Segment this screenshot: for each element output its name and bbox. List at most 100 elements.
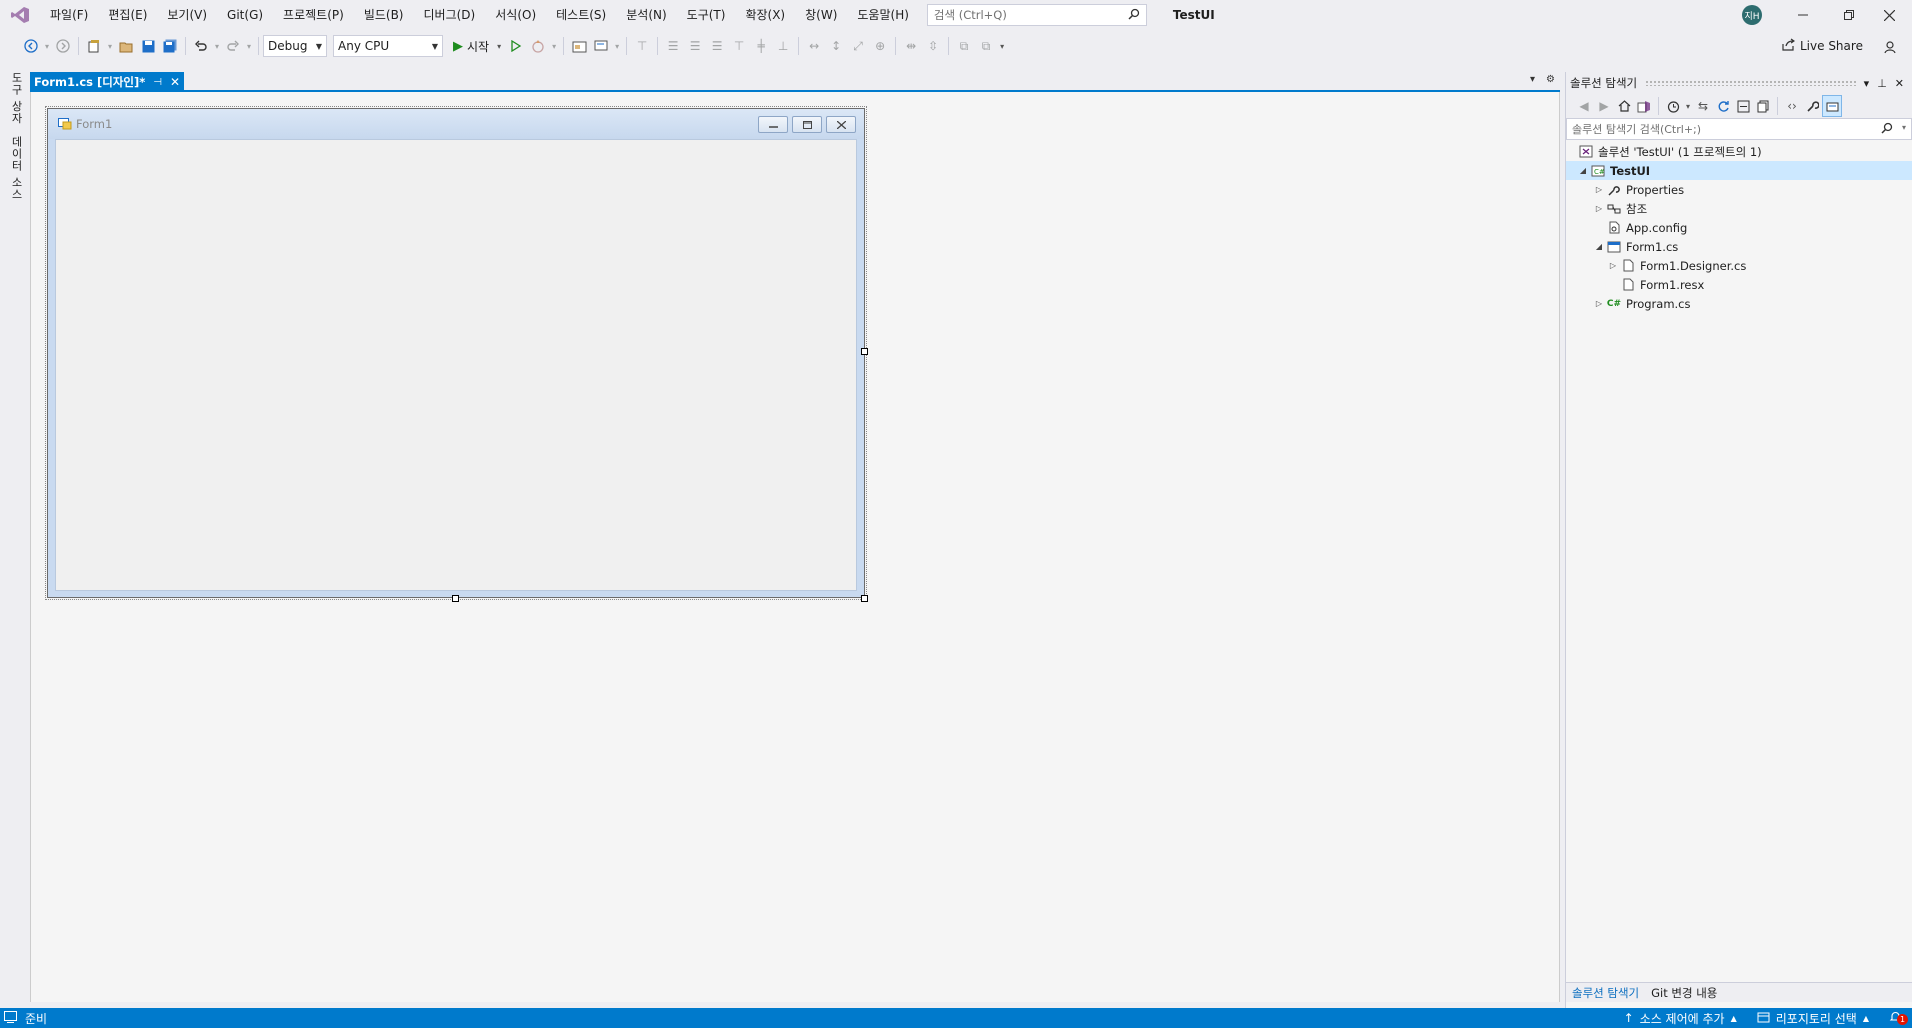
chevron-down-icon[interactable]: ▾ (105, 35, 115, 57)
tab-order-icon[interactable] (568, 35, 590, 57)
chevron-down-icon[interactable]: ▾ (42, 35, 52, 57)
collapsed-arrow-icon[interactable]: ▷ (1592, 204, 1606, 213)
chevron-down-icon[interactable]: ▾ (244, 35, 254, 57)
start-without-debugging-icon[interactable] (505, 35, 527, 57)
toolbar-overflow-icon[interactable]: ▾ (997, 35, 1007, 57)
preview-selected-items-icon[interactable] (1822, 95, 1842, 117)
toolbox-tab[interactable]: 도구 상자 (8, 72, 24, 125)
close-panel-icon[interactable]: ✕ (1895, 77, 1904, 90)
open-file-icon[interactable] (115, 35, 137, 57)
solution-explorer-search-input[interactable]: 솔루션 탐색기 검색(Ctrl+;) ▾ (1566, 118, 1912, 140)
chevron-down-icon[interactable]: ▾ (1683, 95, 1693, 117)
drag-grip[interactable] (1645, 80, 1856, 86)
form-designer-surface[interactable]: Form1 (30, 92, 1560, 1002)
navigate-forward-icon[interactable] (52, 35, 74, 57)
format-layout-icon[interactable] (590, 35, 612, 57)
tab-form1-designer[interactable]: Form1.cs [디자인]* ⊣ ✕ (30, 72, 185, 92)
minimize-window-button[interactable] (1780, 0, 1826, 30)
designed-form[interactable]: Form1 (45, 106, 867, 600)
tab-solution-explorer[interactable]: 솔루션 탐색기 (1566, 985, 1645, 1001)
chevron-down-icon[interactable]: ▾ (549, 35, 559, 57)
navigate-back-icon[interactable] (20, 35, 42, 57)
menu-test[interactable]: 테스트(S) (546, 0, 616, 30)
expanded-arrow-icon[interactable]: ◢ (1592, 242, 1606, 251)
pin-tab-icon[interactable]: ⊣ (153, 77, 162, 88)
menu-extensions[interactable]: 확장(X) (735, 0, 795, 30)
pending-changes-filter-icon[interactable] (1663, 95, 1683, 117)
properties-wrench-icon[interactable] (1802, 95, 1822, 117)
tree-item-form1[interactable]: ◢ Form1.cs (1566, 237, 1912, 256)
save-all-icon[interactable] (159, 35, 181, 57)
auto-hide-pin-icon[interactable]: ⊥ (1877, 77, 1887, 90)
chevron-down-icon[interactable]: ▾ (212, 35, 222, 57)
tree-item-form1-resx[interactable]: Form1.resx (1566, 275, 1912, 294)
menu-build[interactable]: 빌드(B) (354, 0, 414, 30)
undo-icon[interactable] (190, 35, 212, 57)
start-debugging-button[interactable]: ▶ 시작 (449, 38, 493, 55)
new-project-icon[interactable] (83, 35, 105, 57)
output-window-icon[interactable] (4, 1010, 17, 1026)
designed-form-client-area[interactable] (55, 139, 857, 591)
tree-item-properties[interactable]: ▷ Properties (1566, 180, 1912, 199)
collapse-all-icon[interactable] (1733, 95, 1753, 117)
switch-views-icon[interactable] (1634, 95, 1654, 117)
notifications-button[interactable]: 1 (1889, 1010, 1909, 1026)
menu-help[interactable]: 도움말(H) (847, 0, 919, 30)
left-tool-window-tabs: 도구 상자 데이터 소스 (0, 62, 30, 1008)
menu-view[interactable]: 보기(V) (157, 0, 217, 30)
tab-git-changes[interactable]: Git 변경 내용 (1645, 985, 1723, 1001)
tree-item-app-config[interactable]: App.config (1566, 218, 1912, 237)
collapsed-arrow-icon[interactable]: ▷ (1606, 261, 1620, 270)
menu-analyze[interactable]: 분석(N) (616, 0, 676, 30)
view-code-icon[interactable]: ‹› (1782, 95, 1802, 117)
menu-edit[interactable]: 편집(E) (98, 0, 157, 30)
menu-tools[interactable]: 도구(T) (677, 0, 736, 30)
home-icon[interactable] (1614, 95, 1634, 117)
menu-project[interactable]: 프로젝트(P) (273, 0, 354, 30)
menu-debug[interactable]: 디버그(D) (414, 0, 486, 30)
send-to-back-icon: ⧉ (981, 38, 991, 53)
show-all-files-icon[interactable] (1753, 95, 1773, 117)
forward-icon[interactable]: ▶ (1594, 95, 1614, 117)
tab-list-dropdown-icon[interactable]: ▾ (1530, 74, 1535, 85)
tree-item-solution[interactable]: 솔루션 'TestUI' (1 프로젝트의 1) (1566, 142, 1912, 161)
sync-with-active-document-icon[interactable]: ⇆ (1693, 95, 1713, 117)
chevron-down-icon[interactable]: ▾ (612, 35, 622, 57)
collapsed-arrow-icon[interactable]: ▷ (1592, 299, 1606, 308)
search-options-dropdown-icon[interactable]: ▾ (1902, 123, 1906, 132)
window-position-dropdown-icon[interactable]: ▾ (1864, 77, 1870, 90)
tree-item-form1-designer[interactable]: ▷ Form1.Designer.cs (1566, 256, 1912, 275)
menu-git[interactable]: Git(G) (217, 0, 273, 30)
chevron-down-icon[interactable]: ▾ (493, 35, 505, 57)
redo-icon[interactable] (222, 35, 244, 57)
refresh-icon[interactable] (1713, 95, 1733, 117)
designed-form-titlebar[interactable]: Form1 (48, 109, 864, 139)
resize-handle-bottom-right[interactable] (861, 595, 868, 602)
data-sources-tab[interactable]: 데이터 소스 (8, 136, 24, 201)
live-share-button[interactable]: Live Share (1782, 38, 1863, 54)
hot-reload-icon[interactable] (527, 35, 549, 57)
user-avatar[interactable]: 지H (1742, 5, 1762, 25)
menu-format[interactable]: 서식(O) (485, 0, 546, 30)
solution-configuration-dropdown[interactable]: Debug ▼ (263, 35, 327, 57)
select-repository-button[interactable]: 리포지토리 선택 ▲ (1757, 1010, 1869, 1027)
save-icon[interactable] (137, 35, 159, 57)
settings-gear-icon[interactable]: ⚙ (1546, 74, 1555, 85)
tree-item-references[interactable]: ▷ 참조 (1566, 199, 1912, 218)
close-window-button[interactable] (1866, 0, 1912, 30)
menu-file[interactable]: 파일(F) (40, 0, 98, 30)
solution-platform-dropdown[interactable]: Any CPU ▼ (333, 35, 443, 57)
collapsed-arrow-icon[interactable]: ▷ (1592, 185, 1606, 194)
back-icon[interactable]: ◀ (1574, 95, 1594, 117)
resize-handle-bottom[interactable] (452, 595, 459, 602)
add-to-source-control-button[interactable]: ↑ 소스 제어에 추가 ▲ (1624, 1010, 1737, 1027)
tree-item-program[interactable]: ▷ C# Program.cs (1566, 294, 1912, 313)
menu-window[interactable]: 창(W) (795, 0, 847, 30)
close-tab-icon[interactable]: ✕ (170, 75, 180, 89)
feedback-icon[interactable] (1880, 36, 1902, 58)
resize-handle-right[interactable] (861, 348, 868, 355)
visual-studio-logo-icon[interactable] (0, 0, 40, 30)
tree-item-project[interactable]: ◢ C# TestUI (1566, 161, 1912, 180)
global-search-input[interactable]: 검색 (Ctrl+Q) (926, 4, 1147, 26)
expanded-arrow-icon[interactable]: ◢ (1576, 166, 1590, 175)
